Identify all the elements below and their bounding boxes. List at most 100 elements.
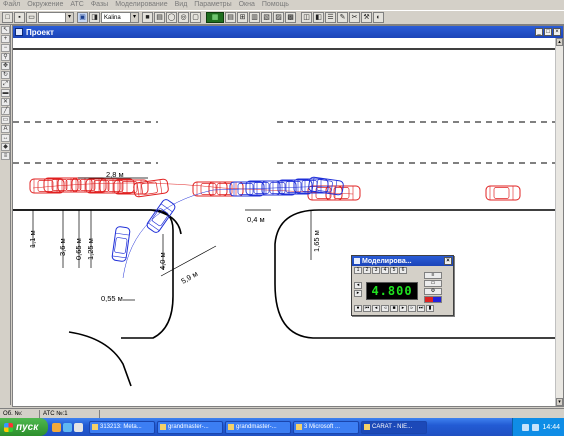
sim-button-1[interactable]: 1 [354,267,362,274]
close-button[interactable]: × [553,28,561,36]
color-flag-icon[interactable] [424,296,442,303]
pointer-icon[interactable]: ↖ [1,26,10,34]
select-icon[interactable]: ▣ [77,12,88,23]
grid-icon[interactable]: ▦ [206,12,224,23]
cut-icon[interactable]: ✂ [349,12,360,23]
measurement-2-8: 2,8 м [106,170,124,179]
chart-icon[interactable]: ▩ [285,12,296,23]
maximize-button[interactable]: □ [544,28,552,36]
zoom-out-icon[interactable]: − [1,44,10,52]
move-icon[interactable]: ◨ [89,12,100,23]
tray-icon[interactable] [522,423,530,431]
circle-icon[interactable]: ◯ [166,12,177,23]
quick-launch-icon[interactable] [63,422,72,432]
scene-drawing[interactable]: 2,8 м 1,1 м 3,6 м 0,65 м 1,25 м 4,0 м 5,… [13,38,555,406]
layer-icon[interactable]: ▧ [261,12,272,23]
style-select[interactable]: ▾ [38,12,74,23]
start-button[interactable]: пуск [0,418,48,436]
delete-icon[interactable]: ✕ [1,98,10,106]
zoom-in-icon[interactable]: + [1,35,10,43]
menu-view[interactable]: Вид [175,0,188,10]
scroll-up-icon[interactable]: ▴ [556,38,563,46]
quick-launch-icon[interactable] [74,422,83,432]
settings-icon[interactable]: ⚙ [424,288,442,295]
rotate-icon[interactable]: ↻ [1,71,10,79]
step-icon[interactable]: ▸ [354,290,362,297]
ring-icon[interactable]: ◎ [178,12,189,23]
task-button[interactable]: grandmaster-... [157,420,223,434]
task-list: 313213: Meta... grandmaster-... grandmas… [89,420,429,434]
menu-environment[interactable]: Окружение [27,0,63,10]
app-icon [296,424,302,430]
sim-button-6[interactable]: 6 [399,267,407,274]
taskbar: пуск 313213: Meta... grandmaster-... gra… [0,418,564,436]
split-icon[interactable]: ◧ [313,12,324,23]
new-icon[interactable]: □ [2,12,13,23]
color-icon[interactable]: ◐ [373,12,384,23]
speed-icon[interactable]: ≡ [424,272,442,279]
end-icon[interactable]: ▮ [426,305,434,312]
stop-icon[interactable]: ■ [390,305,398,312]
quick-launch-icon[interactable] [52,422,61,432]
car-icon[interactable]: ▬ [1,89,10,97]
menu-windows[interactable]: Окна [239,0,255,10]
table-icon[interactable]: ▤ [225,12,236,23]
menu-phases[interactable]: Фазы [91,0,108,10]
forward-icon[interactable]: ▹ [408,305,416,312]
task-button[interactable]: 313213: Meta... [89,420,155,434]
line-icon[interactable]: ╱ [1,107,10,115]
play-icon[interactable]: ▸ [399,305,407,312]
reset-icon[interactable]: ◂ [354,282,362,289]
list-icon[interactable]: ☰ [325,12,336,23]
rectangle-icon[interactable]: ▭ [1,116,10,124]
mode-icon[interactable]: ▭ [424,280,442,287]
tool-icon[interactable]: ⚒ [361,12,372,23]
sim-button-4[interactable]: 4 [381,267,389,274]
pan-icon[interactable]: ✥ [1,62,10,70]
skip-back-icon[interactable]: ⏮ [363,305,371,312]
print-icon[interactable]: ▭ [26,12,37,23]
window-icon[interactable]: ▥ [249,12,260,23]
menu-help[interactable]: Помощь [262,0,289,10]
zoom-icon[interactable]: ⊞ [237,12,248,23]
sim-button-5[interactable]: 5 [390,267,398,274]
minimize-button[interactable]: _ [535,28,543,36]
sign-icon[interactable]: ◆ [1,143,10,151]
rewind-icon[interactable]: ◂ [372,305,380,312]
font-select[interactable]: Kalina ▾ [101,12,139,23]
magnifier-icon[interactable]: ⚲ [1,53,10,61]
record-icon[interactable]: ● [354,305,362,312]
save-icon[interactable]: ▪ [14,12,25,23]
bold-icon[interactable]: ■ [142,12,153,23]
stack-icon[interactable]: ▨ [273,12,284,23]
pencil-icon[interactable]: ✎ [337,12,348,23]
layout-icon[interactable]: ◫ [301,12,312,23]
dimension-icon[interactable]: ↔ [1,134,10,142]
ruler-icon[interactable]: ▤ [154,12,165,23]
menu-atc[interactable]: АТС [70,0,83,10]
menu-file[interactable]: Файл [3,0,20,10]
skip-forward-icon[interactable]: ⏭ [417,305,425,312]
task-button[interactable]: 3 Microsoft ... [293,420,359,434]
simulation-icon [354,258,360,264]
task-button[interactable]: grandmaster-... [225,420,291,434]
sim-button-2[interactable]: 2 [363,267,371,274]
task-button[interactable]: CARAT - NIE... [361,420,427,434]
menu-parameters[interactable]: Параметры [194,0,231,10]
menu-simulation[interactable]: Моделирование [115,0,167,10]
tray-icon[interactable] [532,423,540,431]
play-back-icon[interactable]: ◃ [381,305,389,312]
project-window-titlebar[interactable]: Проект _ □ × [13,26,563,38]
fit-icon[interactable]: ⤢ [1,80,10,88]
app-icon [160,424,166,430]
frame-icon[interactable]: ▢ [190,12,201,23]
scene-canvas[interactable]: 2,8 м 1,1 м 3,6 м 0,65 м 1,25 м 4,0 м 5,… [13,38,555,406]
scroll-down-icon[interactable]: ▾ [556,398,563,406]
layer-icon[interactable]: ≡ [1,152,10,160]
sim-button-3[interactable]: 3 [372,267,380,274]
text-icon[interactable]: A [1,125,10,133]
simulation-panel-titlebar[interactable]: Моделирова... × [352,256,453,266]
vertical-scrollbar[interactable]: ▴ ▾ [555,38,563,406]
close-button[interactable]: × [444,257,452,265]
start-label: пуск [16,421,39,433]
